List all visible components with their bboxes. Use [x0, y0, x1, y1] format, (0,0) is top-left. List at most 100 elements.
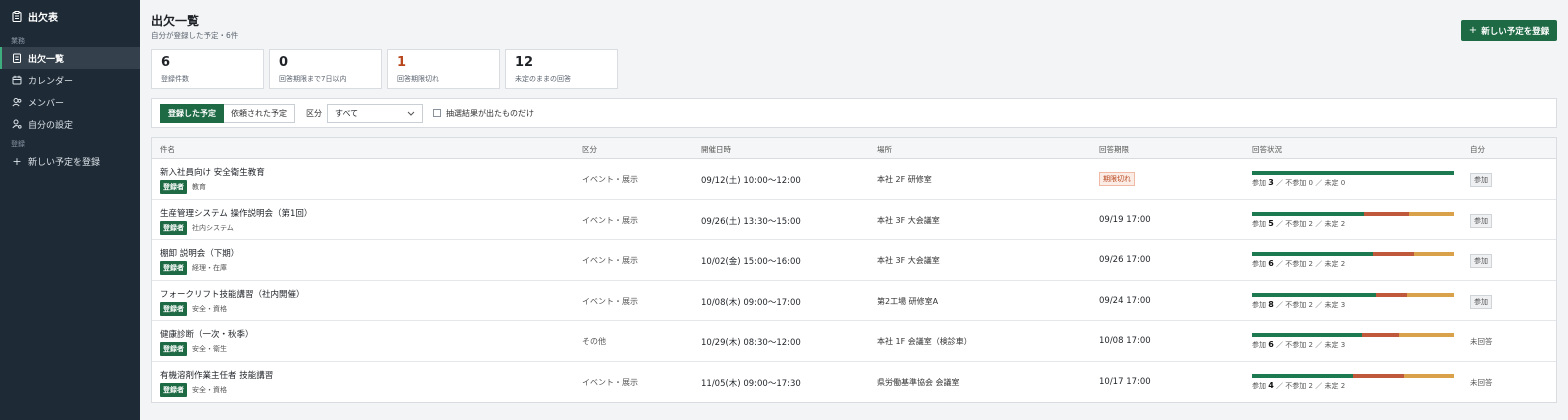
- event-place: 本社 2F 研修室: [877, 175, 932, 184]
- separator: ／: [1315, 260, 1323, 268]
- event-tags: 登録者 安全・資格: [160, 301, 227, 316]
- attend-count: 4: [1268, 380, 1274, 390]
- undecided-count: 3: [1340, 300, 1346, 309]
- column-header-deadline[interactable]: 回答期限: [1099, 144, 1129, 155]
- stat-label: 回答期限切れ: [397, 75, 439, 83]
- column-header-datetime[interactable]: 開催日時: [701, 144, 731, 155]
- event-tags: 登録者 経理・在庫: [160, 261, 227, 275]
- filter-bar: 登録した予定 依頼された予定 区分 すべて 抽選結果が出たものだけ: [151, 98, 1557, 128]
- self-response[interactable]: 参加: [1470, 213, 1492, 228]
- separator: ／: [1276, 179, 1284, 187]
- role-badge: 登録者: [160, 220, 187, 235]
- sidebar-item-label: 自分の設定: [28, 120, 74, 131]
- bar-absent: [1376, 292, 1408, 297]
- event-category: イベント・展示: [582, 215, 638, 225]
- event-tags: 登録者 安全・資格: [160, 382, 227, 397]
- table-row[interactable]: 有機溶剤作業主任者 技能講習 登録者 安全・資格 イベント・展示 11/05(木) 09…: [152, 362, 1556, 403]
- stat-value: 12: [515, 55, 534, 70]
- attend-label: 参加: [1252, 381, 1266, 390]
- sidebar-item-new-event[interactable]: + 新しい予定を登録: [0, 150, 140, 172]
- role-badge: 登録者: [160, 180, 187, 194]
- response-counts: 参加 6 ／ 不参加 2 ／ 未定 2: [1252, 259, 1345, 269]
- page-subtitle: 自分が登録した予定・6件: [151, 31, 239, 40]
- table-row[interactable]: 棚卸 説明会（下期） 登録者 経理・在庫 イベント・展示 10/02(金) 15:00〜…: [152, 240, 1556, 281]
- undecided-label: 未定: [1324, 341, 1339, 349]
- view-toggle: 登録した予定 依頼された予定: [160, 103, 295, 123]
- event-tag: 安全・資格: [192, 385, 227, 394]
- role-badge: 登録者: [160, 382, 187, 397]
- column-header-status[interactable]: 回答状況: [1252, 144, 1282, 155]
- separator: ／: [1315, 341, 1323, 349]
- event-name[interactable]: 健康診断（一次・秋季）: [160, 328, 254, 340]
- undecided-label: 未定: [1324, 219, 1339, 228]
- chevron-down-icon: [407, 111, 415, 116]
- self-response[interactable]: 未回答: [1470, 377, 1493, 388]
- tab-requested[interactable]: 依頼された予定: [224, 103, 295, 123]
- stats-row: 6 登録件数 0 回答期限まで7日以内 1 回答期限切れ 12 未定のままの回答: [151, 49, 618, 89]
- absent-label: 不参加: [1285, 341, 1307, 349]
- app-brand[interactable]: 出欠表: [0, 0, 140, 32]
- column-header-category[interactable]: 区分: [582, 144, 597, 155]
- undecided-label: 未定: [1324, 179, 1339, 187]
- column-header-self[interactable]: 自分: [1470, 144, 1485, 155]
- table-row[interactable]: 健康診断（一次・秋季） 登録者 安全・衛生 その他 10/29(木) 08:30〜12:…: [152, 321, 1556, 362]
- event-datetime: 10/29(木) 08:30〜12:00: [701, 338, 801, 348]
- undecided-label: 未定: [1324, 260, 1339, 268]
- self-response[interactable]: 参加: [1470, 294, 1492, 309]
- event-name[interactable]: 有機溶剤作業主任者 技能講習: [160, 369, 273, 381]
- table-header: 件名 区分 開催日時 場所 回答期限 回答状況 自分: [152, 138, 1556, 159]
- absent-label: 不参加: [1285, 179, 1307, 187]
- separator: ／: [1315, 300, 1323, 309]
- absent-count: 2: [1308, 300, 1313, 309]
- column-header-name[interactable]: 件名: [160, 144, 175, 155]
- calendar-icon: [12, 75, 22, 85]
- attend-label: 参加: [1252, 300, 1266, 309]
- stat-label: 登録件数: [161, 75, 189, 83]
- sidebar-item-label: メンバー: [28, 98, 65, 109]
- bar-undecided: [1398, 333, 1454, 337]
- event-tag: 安全・資格: [192, 304, 227, 313]
- response-counts: 参加 5 ／ 不参加 2 ／ 未定 2: [1252, 219, 1345, 229]
- stat-label: 未定のままの回答: [515, 75, 571, 83]
- separator: ／: [1276, 341, 1284, 349]
- attend-label: 参加: [1252, 341, 1266, 349]
- new-event-button[interactable]: + 新しい予定を登録: [1461, 20, 1557, 41]
- response-progress-bar: [1252, 373, 1454, 378]
- sidebar-item-members[interactable]: メンバー: [0, 91, 140, 113]
- event-name[interactable]: 生産管理システム 操作説明会（第1回）: [160, 207, 312, 219]
- self-response[interactable]: 未回答: [1470, 336, 1493, 347]
- event-category: イベント・展示: [582, 296, 638, 306]
- response-progress-bar: [1252, 211, 1454, 216]
- self-response[interactable]: 参加: [1470, 173, 1492, 187]
- undecided-label: 未定: [1324, 300, 1339, 309]
- bar-absent: [1364, 211, 1410, 216]
- new-event-button-label: 新しい予定を登録: [1481, 26, 1550, 37]
- table-row[interactable]: 生産管理システム 操作説明会（第1回） 登録者 社内システム イベント・展示 09/26…: [152, 200, 1556, 240]
- page-title: 出欠一覧: [151, 14, 200, 28]
- bar-undecided: [1413, 252, 1454, 256]
- sidebar-item-attendance-list[interactable]: 出欠一覧: [0, 47, 140, 69]
- category-select[interactable]: すべて: [327, 103, 423, 123]
- tab-registered[interactable]: 登録した予定: [160, 103, 224, 123]
- event-name[interactable]: 新入社員向け 安全衛生教育: [160, 166, 265, 178]
- bar-absent: [1353, 373, 1404, 378]
- checkbox-box[interactable]: [433, 109, 441, 117]
- table-row[interactable]: フォークリフト技能講習（社内開催） 登録者 安全・資格 イベント・展示 10/08(木)…: [152, 281, 1556, 321]
- event-name[interactable]: フォークリフト技能講習（社内開催）: [160, 288, 305, 300]
- column-header-place[interactable]: 場所: [877, 144, 892, 155]
- separator: ／: [1276, 300, 1284, 309]
- attend-count: 5: [1268, 218, 1274, 228]
- sidebar-item-calendar[interactable]: カレンダー: [0, 69, 140, 91]
- stat-label: 回答期限まで7日以内: [279, 75, 347, 83]
- sidebar-item-my-settings[interactable]: 自分の設定: [0, 113, 140, 135]
- bar-attend: [1252, 373, 1353, 378]
- role-badge: 登録者: [160, 301, 187, 316]
- event-name[interactable]: 棚卸 説明会（下期）: [160, 247, 239, 259]
- attend-count: 6: [1268, 259, 1274, 268]
- table-row[interactable]: 新入社員向け 安全衛生教育 登録者 教育 イベント・展示 09/12(土) 10:00〜…: [152, 159, 1556, 200]
- event-datetime: 10/08(木) 09:00〜17:00: [701, 297, 801, 308]
- absent-label: 不参加: [1285, 381, 1307, 390]
- event-datetime: 10/02(金) 15:00〜16:00: [701, 257, 801, 267]
- lottery-filter-checkbox[interactable]: 抽選結果が出たものだけ: [433, 108, 534, 119]
- self-response[interactable]: 参加: [1470, 254, 1492, 268]
